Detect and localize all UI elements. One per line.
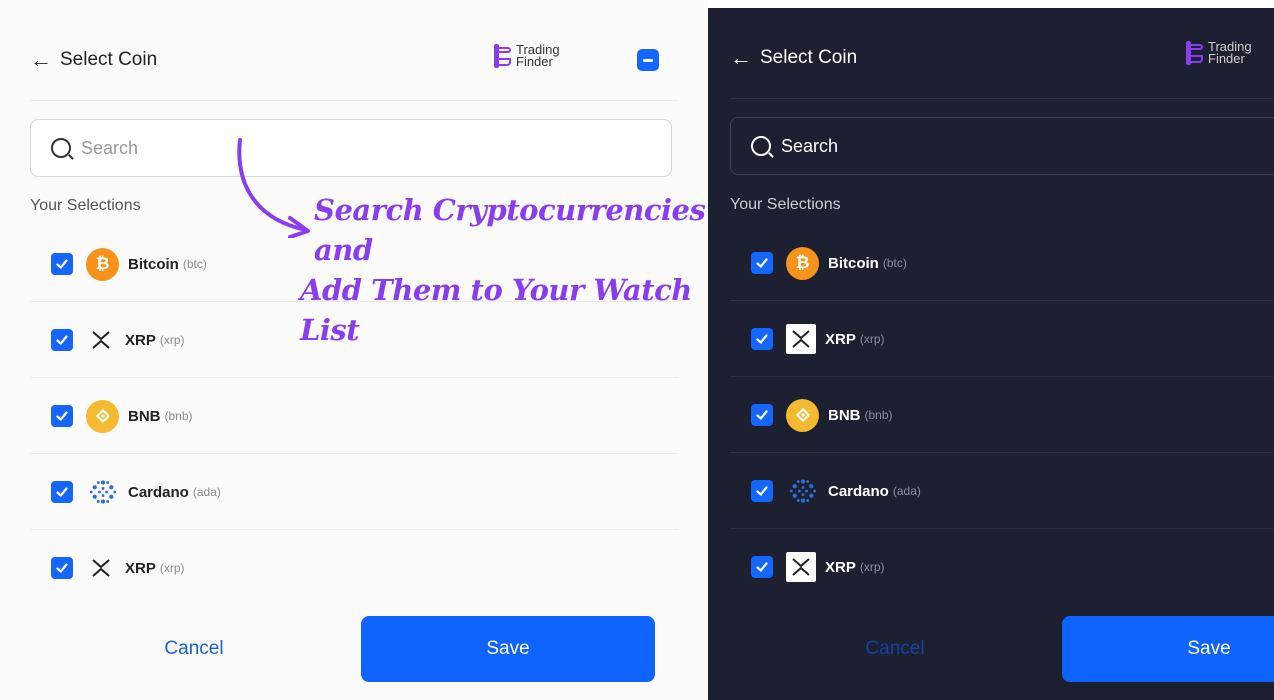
minus-icon — [643, 58, 653, 62]
logo-text-line2: Finder — [1208, 51, 1245, 66]
coin-row[interactable]: Cardano (ada) — [30, 454, 678, 530]
coin-name: BNB — [128, 407, 161, 425]
checkbox[interactable] — [51, 405, 73, 427]
checkbox[interactable] — [51, 253, 73, 275]
coin-symbol: (btc) — [182, 257, 207, 271]
check-icon — [56, 259, 68, 269]
page-title: Select Coin — [60, 49, 158, 70]
coin-row[interactable]: BNB (bnb) — [730, 377, 1274, 453]
coin-name: Cardano — [828, 482, 889, 500]
coin-symbol: (xrp) — [859, 560, 885, 574]
check-icon — [56, 411, 68, 421]
coin-symbol: (bnb) — [864, 408, 893, 422]
coin-symbol: (xrp) — [159, 561, 185, 575]
coin-name: BNB — [828, 406, 861, 424]
coin-row[interactable]: XRP (xrp) — [730, 301, 1274, 377]
cardano-icon — [86, 476, 119, 509]
bitcoin-icon: ₿ — [786, 246, 819, 280]
logo-mark-icon — [494, 44, 512, 68]
header: ← Select Coin Trading Finder — [730, 38, 1274, 78]
bnb-icon — [786, 398, 819, 432]
check-icon — [756, 562, 768, 572]
annotation-text: Search Cryptocurrencies and Add Them to … — [300, 190, 720, 350]
xrp-icon — [86, 553, 116, 583]
coin-name: Bitcoin — [128, 255, 179, 273]
check-icon — [756, 258, 768, 268]
checkbox[interactable] — [751, 404, 773, 426]
xrp-icon — [86, 325, 116, 355]
check-icon — [756, 486, 768, 496]
check-icon — [756, 410, 768, 420]
check-icon — [56, 487, 68, 497]
checkbox[interactable] — [51, 329, 73, 351]
check-icon — [56, 563, 68, 573]
xrp-icon — [786, 324, 816, 354]
search-icon — [751, 136, 771, 156]
search-icon — [51, 138, 71, 158]
cardano-icon — [786, 475, 819, 508]
annotation-line1: Search Cryptocurrencies and — [314, 193, 706, 267]
coin-symbol: (btc) — [882, 256, 907, 270]
arrow-left-icon[interactable]: ← — [30, 47, 60, 73]
cancel-button[interactable]: Cancel — [730, 616, 1060, 682]
search-placeholder: Search — [781, 135, 839, 156]
coin-name: XRP — [825, 558, 856, 576]
search-input[interactable]: Search — [30, 119, 672, 177]
checkbox[interactable] — [751, 556, 773, 578]
save-button[interactable]: Save — [1062, 616, 1274, 682]
selections-label: Your Selections — [30, 197, 141, 214]
coin-row[interactable]: XRP (xrp) — [30, 530, 678, 606]
coin-symbol: (ada) — [892, 484, 921, 498]
coin-name: XRP — [125, 559, 156, 577]
divider — [30, 100, 678, 101]
bitcoin-icon: ₿ — [86, 247, 119, 281]
light-panel: ← Select Coin Trading Finder Search Your… — [0, 0, 708, 700]
cancel-button[interactable]: Cancel — [30, 616, 358, 682]
coin-row[interactable]: BNB (bnb) — [30, 378, 678, 454]
checkbox[interactable] — [751, 480, 773, 502]
arrow-left-icon[interactable]: ← — [730, 45, 760, 71]
coin-name: XRP — [125, 331, 156, 349]
dark-panel: ← Select Coin Trading Finder Search Your… — [708, 8, 1274, 700]
search-input[interactable]: Search — [730, 117, 1274, 175]
coin-name: XRP — [825, 330, 856, 348]
checkbox[interactable] — [751, 252, 773, 274]
checkbox[interactable] — [51, 557, 73, 579]
bnb-icon — [86, 399, 119, 433]
collapse-button[interactable] — [637, 49, 659, 71]
trading-finder-logo: Trading Finder — [494, 43, 560, 69]
check-icon — [756, 334, 768, 344]
coin-name: Bitcoin — [828, 254, 879, 272]
coin-symbol: (xrp) — [159, 333, 185, 347]
search-placeholder: Search — [81, 137, 139, 158]
logo-text-line2: Finder — [516, 54, 553, 69]
page-title: Select Coin — [760, 47, 858, 68]
annotation-line2: Add Them to Your Watch List — [300, 273, 692, 347]
check-icon — [56, 335, 68, 345]
checkbox[interactable] — [751, 328, 773, 350]
divider — [730, 98, 1274, 99]
coin-row[interactable]: Cardano (ada) — [730, 453, 1274, 529]
selections-label: Your Selections — [730, 196, 841, 213]
coin-name: Cardano — [128, 483, 189, 501]
header: ← Select Coin Trading Finder — [30, 40, 678, 80]
coin-symbol: (ada) — [192, 485, 221, 499]
logo-mark-icon — [1186, 41, 1204, 65]
coin-symbol: (bnb) — [164, 409, 193, 423]
coin-row[interactable]: ₿ Bitcoin (btc) — [730, 225, 1274, 301]
save-button[interactable]: Save — [361, 616, 655, 682]
trading-finder-logo: Trading Finder — [1186, 40, 1252, 66]
xrp-icon — [786, 552, 816, 582]
coin-row[interactable]: XRP (xrp) — [730, 529, 1274, 605]
checkbox[interactable] — [51, 481, 73, 503]
coin-symbol: (xrp) — [859, 332, 885, 346]
